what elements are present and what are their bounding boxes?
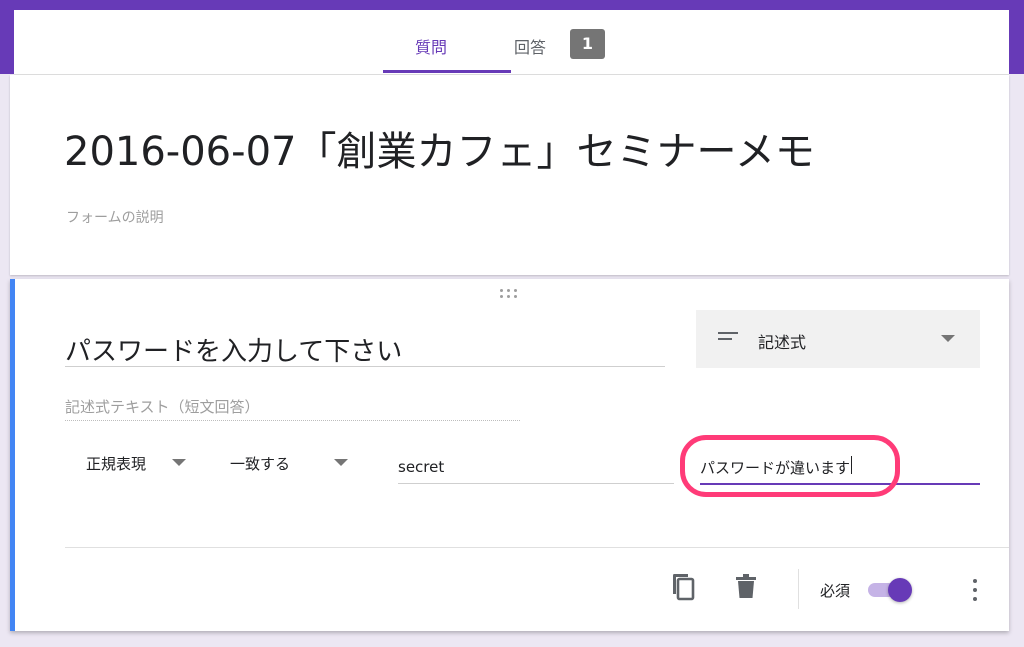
question-type-label: 記述式 xyxy=(758,333,807,352)
question-card[interactable]: パスワードを入力して下さい 記述式 記述式テキスト（短文回答） 正規表現 一致す… xyxy=(10,279,1009,631)
footer-vertical-divider xyxy=(798,569,799,609)
short-answer-icon xyxy=(718,332,738,346)
form-header-card: 2016-06-07「創業カフェ」セミナーメモ フォームの説明 xyxy=(10,75,1009,275)
toggle-thumb xyxy=(888,578,912,602)
tab-questions[interactable]: 質問 xyxy=(415,34,447,58)
dropdown-arrow-icon[interactable] xyxy=(172,459,186,466)
pattern-value: secret xyxy=(398,458,445,476)
card-footer-divider xyxy=(65,547,1009,548)
responses-count-badge: 1 xyxy=(570,29,605,59)
more-options-icon[interactable] xyxy=(972,579,978,601)
tab-responses[interactable]: 回答 xyxy=(514,34,546,58)
theme-bar xyxy=(0,0,1024,10)
validation-type-label: 正規表現 xyxy=(86,455,147,473)
form-title[interactable]: 2016-06-07「創業カフェ」セミナーメモ xyxy=(64,119,815,177)
duplicate-icon[interactable] xyxy=(670,573,696,601)
active-tab-indicator xyxy=(383,70,511,73)
required-toggle[interactable] xyxy=(868,578,916,602)
answer-placeholder: 記述式テキスト（短文回答） xyxy=(65,396,520,421)
question-title-input[interactable]: パスワードを入力して下さい xyxy=(65,331,665,367)
validation-operator-label: 一致する xyxy=(230,455,291,473)
required-label: 必須 xyxy=(820,582,851,600)
dropdown-arrow-icon xyxy=(941,335,955,342)
validation-type-select[interactable]: 正規表現 xyxy=(86,453,146,474)
form-description-input[interactable]: フォームの説明 xyxy=(66,207,164,227)
validation-operator-select[interactable]: 一致する xyxy=(230,453,290,474)
drag-handle-icon[interactable] xyxy=(500,288,524,302)
highlight-annotation xyxy=(680,435,900,497)
question-type-select[interactable]: 記述式 xyxy=(696,310,980,368)
active-card-indicator xyxy=(10,279,15,631)
dropdown-arrow-icon[interactable] xyxy=(334,459,348,466)
tabs-bar: 質問 回答 1 xyxy=(14,10,1009,75)
pattern-input[interactable]: secret xyxy=(398,453,674,484)
delete-icon[interactable] xyxy=(736,574,756,598)
